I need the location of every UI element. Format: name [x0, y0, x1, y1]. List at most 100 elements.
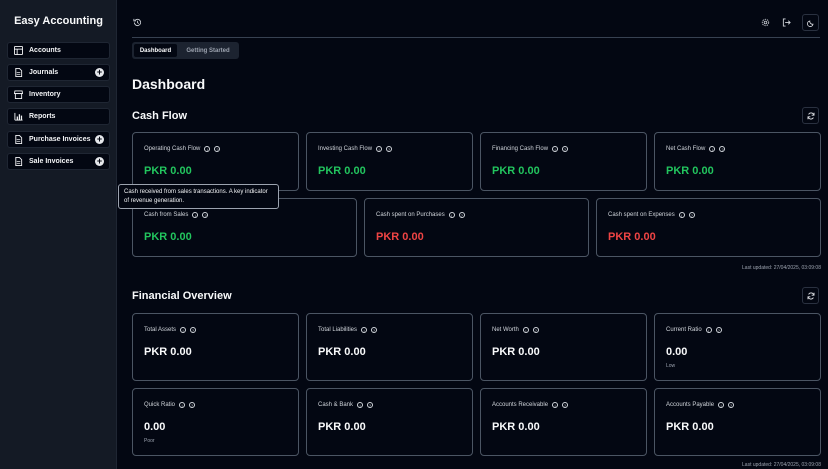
info-icon[interactable]: i — [361, 327, 368, 333]
card-value: PKR 0.00 — [144, 231, 192, 243]
quick-ratio-card: Quick Ratio i? 0.00 Poor — [132, 388, 299, 456]
card-value: PKR 0.00 — [666, 165, 714, 177]
header-divider — [132, 37, 820, 38]
sidebar-item-reports[interactable]: Reports — [7, 108, 110, 125]
info-icon[interactable]: i — [179, 402, 186, 408]
moon-icon — [806, 14, 815, 32]
cash-flow-last-updated: Last updated: 27/04/2025, 03:09:08 — [742, 265, 821, 271]
help-icon[interactable]: ? — [386, 146, 393, 152]
help-icon[interactable]: ? — [367, 402, 374, 408]
investing-cash-flow-card: Investing Cash Flow i? PKR 0.00 — [306, 132, 473, 191]
help-icon[interactable]: ? — [214, 146, 221, 152]
cash-flow-refresh-button[interactable] — [802, 107, 819, 124]
card-label: Accounts Receivable i? — [492, 402, 569, 408]
help-icon[interactable]: ? — [719, 146, 726, 152]
page-title: Dashboard — [132, 76, 206, 92]
info-icon[interactable]: i — [522, 327, 529, 333]
sidebar-item-sale-invoices[interactable]: Sale Invoices + — [7, 153, 110, 170]
sidebar-item-journals[interactable]: Journals + — [7, 64, 110, 81]
add-sale-invoice-button[interactable]: + — [95, 157, 104, 166]
info-icon[interactable]: i — [180, 327, 187, 333]
card-label: Current Ratio i? — [666, 327, 722, 333]
store-icon — [13, 90, 23, 100]
add-journal-button[interactable]: + — [95, 68, 104, 77]
sidebar-item-label: Purchase Invoices — [29, 136, 91, 143]
card-value: PKR 0.00 — [144, 346, 192, 358]
info-icon[interactable]: i — [357, 402, 364, 408]
bar-chart-icon — [13, 112, 23, 122]
card-value: PKR 0.00 — [666, 421, 714, 433]
card-value: 0.00 — [144, 421, 166, 433]
help-icon[interactable]: ? — [371, 327, 378, 333]
card-label: Cash spent on Purchases i? — [376, 212, 465, 218]
card-value: PKR 0.00 — [376, 231, 424, 243]
info-icon[interactable]: i — [204, 146, 211, 152]
table-icon — [13, 46, 23, 56]
app-root: Easy Accounting Accounts Journals + Inve… — [0, 0, 828, 469]
card-value: 0.00 — [666, 346, 688, 358]
history-icon[interactable] — [131, 16, 143, 28]
tab-dashboard[interactable]: Dashboard — [134, 44, 177, 57]
help-icon[interactable]: ? — [728, 402, 735, 408]
card-label: Financing Cash Flow i? — [492, 146, 569, 152]
help-icon[interactable]: ? — [715, 327, 722, 333]
sidebar-item-accounts[interactable]: Accounts — [7, 42, 110, 59]
card-label: Net Cash Flow i? — [666, 146, 726, 152]
help-icon[interactable]: ? — [688, 212, 695, 218]
help-icon[interactable]: ? — [202, 212, 209, 218]
help-icon[interactable]: ? — [190, 327, 197, 333]
info-icon[interactable]: i — [376, 146, 383, 152]
card-value: PKR 0.00 — [318, 421, 366, 433]
info-icon[interactable]: i — [552, 402, 559, 408]
tab-getting-started[interactable]: Getting Started — [180, 44, 236, 57]
card-value: PKR 0.00 — [608, 231, 656, 243]
help-icon[interactable]: ? — [562, 402, 569, 408]
sidebar: Easy Accounting Accounts Journals + Inve… — [0, 0, 117, 469]
document-icon — [13, 135, 23, 145]
card-value: PKR 0.00 — [492, 165, 540, 177]
total-assets-card: Total Assets i? PKR 0.00 — [132, 313, 299, 381]
logout-icon[interactable] — [780, 16, 792, 28]
document-icon — [13, 157, 23, 167]
help-icon[interactable]: ? — [562, 146, 569, 152]
theme-toggle-button[interactable] — [802, 14, 819, 31]
sidebar-item-label: Reports — [29, 113, 56, 120]
info-icon[interactable]: i — [192, 212, 199, 218]
tab-bar: Dashboard Getting Started — [132, 42, 239, 59]
sidebar-item-purchase-invoices[interactable]: Purchase Invoices + — [7, 131, 110, 148]
app-title: Easy Accounting — [14, 15, 103, 27]
accounts-payable-card: Accounts Payable i? PKR 0.00 — [654, 388, 821, 456]
help-icon[interactable]: ? — [532, 327, 539, 333]
info-icon[interactable]: i — [448, 212, 455, 218]
refresh-icon — [807, 107, 815, 125]
add-purchase-invoice-button[interactable]: + — [95, 135, 104, 144]
cash-spent-on-purchases-card: Cash spent on Purchases i? PKR 0.00 — [364, 198, 589, 257]
gear-icon[interactable] — [759, 16, 771, 28]
cash-and-bank-card: Cash & Bank i? PKR 0.00 — [306, 388, 473, 456]
card-label: Accounts Payable i? — [666, 402, 735, 408]
card-value: PKR 0.00 — [318, 165, 366, 177]
card-status: Poor — [144, 438, 155, 444]
sidebar-item-inventory[interactable]: Inventory — [7, 86, 110, 103]
financial-overview-last-updated: Last updated: 27/04/2025, 03:09:08 — [742, 462, 821, 468]
cash-flow-title: Cash Flow — [132, 110, 188, 122]
info-icon[interactable]: i — [552, 146, 559, 152]
sidebar-item-label: Sale Invoices — [29, 158, 74, 165]
card-value: PKR 0.00 — [492, 346, 540, 358]
net-worth-card: Net Worth i? PKR 0.00 — [480, 313, 647, 381]
financial-overview-refresh-button[interactable] — [802, 287, 819, 304]
card-label: Operating Cash Flow i? — [144, 146, 221, 152]
accounts-receivable-card: Accounts Receivable i? PKR 0.00 — [480, 388, 647, 456]
info-icon[interactable]: i — [709, 146, 716, 152]
cash-from-sales-tooltip: Cash received from sales transactions. A… — [118, 184, 279, 209]
total-liabilities-card: Total Liabilities i? PKR 0.00 — [306, 313, 473, 381]
help-icon[interactable]: ? — [189, 402, 196, 408]
info-icon[interactable]: i — [718, 402, 725, 408]
card-label: Net Worth i? — [492, 327, 539, 333]
cash-spent-on-expenses-card: Cash spent on Expenses i? PKR 0.00 — [596, 198, 821, 257]
info-icon[interactable]: i — [678, 212, 685, 218]
refresh-icon — [807, 287, 815, 305]
card-label: Quick Ratio i? — [144, 402, 196, 408]
help-icon[interactable]: ? — [458, 212, 465, 218]
info-icon[interactable]: i — [705, 327, 712, 333]
